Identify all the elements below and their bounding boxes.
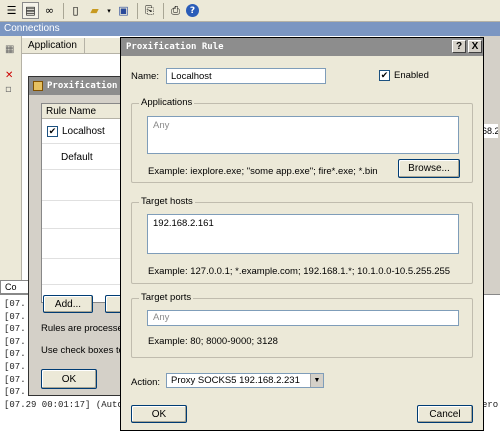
target-hosts-group: Target hosts 192.168.2.161 Example: 127.… (131, 196, 473, 284)
rules-icon[interactable]: ▤ (22, 2, 39, 19)
enabled-label: Enabled (394, 70, 429, 81)
ok-button[interactable]: OK (131, 405, 187, 423)
applications-example: Example: iexplore.exe; "some app.exe"; f… (148, 166, 378, 177)
help-button[interactable]: ? (452, 40, 466, 53)
close-icon[interactable]: ✕ (5, 70, 17, 82)
connections-bar: Connections (0, 22, 500, 36)
print-icon[interactable]: ⎙ (167, 2, 184, 19)
left-icon-strip: ▦ ✕ ▫ (0, 36, 22, 286)
chevron-down-icon[interactable]: ▼ (310, 374, 323, 387)
document-icon[interactable]: ▯ (67, 2, 84, 19)
action-label: Action: (131, 377, 161, 388)
action-value: Proxy SOCKS5 192.168.2.231 (171, 375, 300, 386)
add-rule-button[interactable]: Add... (43, 295, 93, 313)
chain-icon[interactable]: ∞ (41, 2, 58, 19)
rule-enabled-checkbox[interactable]: ✔ (47, 126, 58, 137)
applications-field[interactable]: Any (147, 116, 459, 154)
rule-dialog-titlebar: Proxification Rule (121, 38, 483, 56)
rules-ok-button[interactable]: OK (41, 369, 97, 389)
save-icon[interactable]: ▣ (115, 2, 132, 19)
help-icon[interactable]: ? (186, 4, 199, 17)
applications-placeholder: Any (153, 120, 170, 131)
cancel-button[interactable]: Cancel (417, 405, 473, 423)
rules-dialog-title: Proxification (47, 81, 118, 91)
folder-open-icon[interactable]: ▰ (86, 2, 103, 19)
proxification-rule-dialog: Proxification Rule ? X Name: Localhost ✔… (120, 37, 484, 431)
page-icon[interactable]: ▫ (5, 84, 17, 96)
target-hosts-example: Example: 127.0.0.1; *.example.com; 192.1… (148, 266, 451, 277)
column-application[interactable]: Application (22, 38, 86, 53)
action-select[interactable]: Proxy SOCKS5 192.168.2.231 ▼ (166, 373, 324, 388)
chevron-down-icon[interactable]: ▾ (105, 2, 113, 19)
target-ports-legend: Target ports (139, 292, 194, 303)
log-text-tail: ero (482, 399, 499, 410)
rule-name-field[interactable]: Localhost (166, 68, 326, 84)
target-ports-example: Example: 80; 8000-9000; 3128 (148, 336, 278, 347)
close-button[interactable]: X (468, 40, 482, 53)
rule-name: Default (61, 152, 93, 163)
app-icon (33, 81, 43, 91)
list-icon[interactable]: ☰ (3, 2, 20, 19)
toolbar-separator (163, 2, 164, 19)
target-ports-placeholder: Any (153, 312, 170, 323)
target-ports-field[interactable]: Any (147, 310, 459, 326)
log-text: [07.29 00:01:17] (Automa (4, 399, 134, 410)
applications-legend: Applications (139, 97, 195, 108)
rule-dialog-title: Proxification Rule (126, 42, 224, 52)
target-hosts-legend: Target hosts (139, 196, 195, 207)
cell-peek: 68.2 (482, 124, 498, 138)
target-hosts-field[interactable]: 192.168.2.161 (147, 214, 459, 254)
toolbar-separator (137, 2, 138, 19)
name-label: Name: (131, 71, 159, 82)
browse-button[interactable]: Browse... (398, 159, 460, 178)
applications-group: Applications Any Example: iexplore.exe; … (131, 97, 473, 183)
grid-icon[interactable]: ▦ (5, 44, 17, 56)
toolbar: ☰ ▤ ∞ ▯ ▰ ▾ ▣ ⎘ ⎙ ? (0, 0, 500, 22)
enabled-checkbox-group[interactable]: ✔ Enabled (379, 70, 429, 81)
target-ports-group: Target ports Any Example: 80; 8000-9000;… (131, 292, 473, 358)
enabled-checkbox[interactable]: ✔ (379, 70, 390, 81)
toolbar-separator (63, 2, 64, 19)
export-icon[interactable]: ⎘ (141, 2, 158, 19)
rule-name: Localhost (62, 126, 105, 137)
target-hosts-value: 192.168.2.161 (153, 218, 214, 229)
